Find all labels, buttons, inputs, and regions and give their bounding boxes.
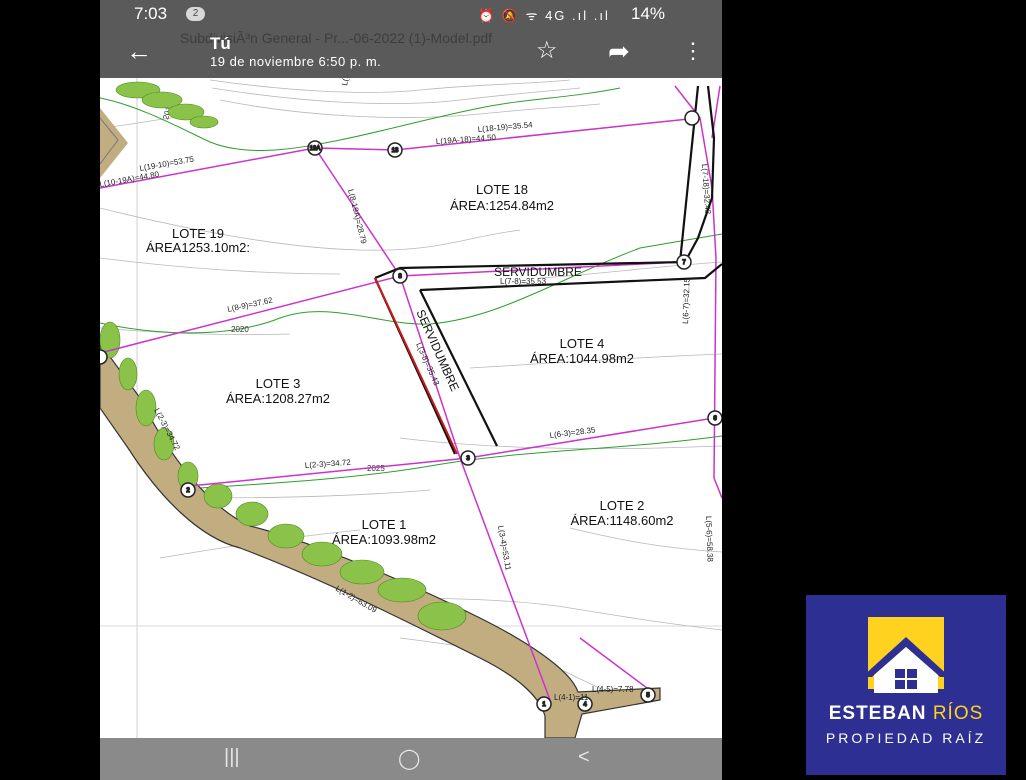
home-button[interactable]: ◯: [398, 746, 420, 771]
lot-2-area: ÁREA:1148.60m2: [570, 513, 673, 528]
site-plan[interactable]: 2020 2025 2015: [100, 78, 722, 738]
lot-3-area: ÁREA:1208.27m2: [226, 391, 330, 406]
favorite-button[interactable]: ☆: [536, 38, 558, 64]
marker-1: 1: [536, 696, 552, 712]
lot-19-area: ÁREA1253.10m2:: [146, 240, 250, 255]
marker-18: 18: [387, 142, 403, 158]
nav-back-button[interactable]: <: [578, 746, 590, 769]
boundary-label: L(5-6)=58.38: [704, 516, 715, 563]
logo-name: ESTEBAN RÍOS: [828, 703, 984, 724]
svg-text:19A: 19A: [310, 146, 321, 152]
logo-subtitle: PROPIEDAD RAÍZ: [825, 730, 987, 746]
lot-1-name: LOTE 1: [362, 517, 407, 532]
star-icon: ☆: [536, 37, 558, 64]
lot-18-area: ÁREA:1254.84m2: [450, 198, 554, 213]
lot-3-name: LOTE 3: [256, 376, 301, 391]
boundary-label: L(7-8)=35.53: [500, 277, 547, 286]
more-options-button[interactable]: ⋮: [682, 38, 704, 64]
sent-date: 19 de noviembre 6:50 p. m.: [210, 54, 382, 69]
share-button[interactable]: ➦: [608, 38, 630, 64]
lot-19-name: LOTE 19: [172, 226, 224, 241]
back-button[interactable]: ←: [126, 38, 158, 68]
marker-19a: 19A: [307, 140, 323, 156]
marker-5: 5: [640, 687, 656, 703]
boundary-label: L(4-1)=11: [554, 693, 589, 702]
brand-logo: ESTEBAN RÍOS PROPIEDAD RAÍZ: [806, 595, 1006, 775]
marker-8: 8: [392, 268, 408, 284]
recent-apps-button[interactable]: |||: [224, 746, 240, 769]
boundary-label: L(6-7)=32.15: [681, 277, 692, 324]
lot-4-name: LOTE 4: [560, 336, 605, 351]
house-icon: [862, 617, 950, 693]
viewer-app-bar: SubdivisiÃ³n General - Pr...-06-2022 (1)…: [100, 28, 722, 78]
system-status-icons: ⏰ 🔕 ᯤ 4G .ıl .ıl: [478, 8, 610, 23]
lot-4-area: ÁREA:1044.98m2: [530, 351, 634, 366]
lot-1-area: ÁREA:1093.98m2: [332, 532, 436, 547]
more-vert-icon: ⋮: [682, 38, 704, 63]
marker-9: [100, 349, 108, 365]
status-bar: 7:03 2 ⏰ 🔕 ᯤ 4G .ıl .ıl 14%: [100, 0, 722, 28]
marker-2: 2: [180, 482, 196, 498]
marker-3: 3: [460, 450, 476, 466]
notification-count-badge: 2: [186, 7, 205, 21]
marker-7: 7: [676, 254, 692, 270]
marker-7-top: [684, 110, 700, 126]
svg-text:18: 18: [392, 148, 399, 154]
system-navigation-bar: ||| ◯ <: [100, 738, 722, 780]
marker-6: 6: [707, 410, 722, 426]
status-time: 7:03: [134, 4, 168, 23]
share-icon: ➦: [608, 36, 630, 66]
lot-2-name: LOTE 2: [600, 498, 645, 513]
boundary-label: L(4-5)=7.78: [592, 685, 634, 694]
battery-level: 14%: [631, 4, 666, 23]
sender-name: Tú: [210, 34, 231, 53]
contour-label-2020: 2020: [231, 325, 249, 334]
lot-18-name: LOTE 18: [476, 182, 528, 197]
phone-screen: 2020 2025 2015: [100, 0, 722, 780]
arrow-left-icon: ←: [126, 36, 152, 66]
